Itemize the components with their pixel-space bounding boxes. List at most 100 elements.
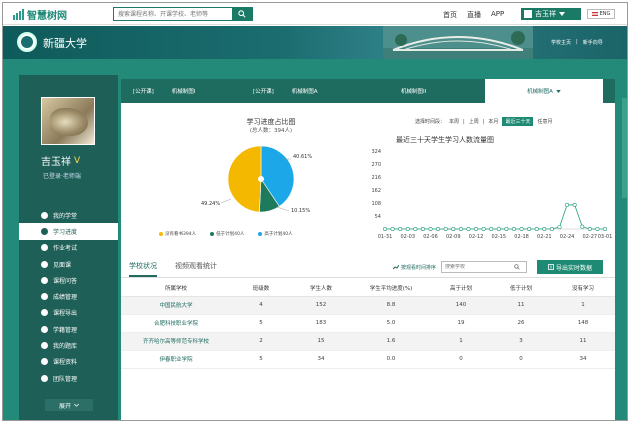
sidebar-item[interactable]: 课程导出 bbox=[19, 305, 118, 321]
sidebar-item[interactable]: 课程资料 bbox=[19, 354, 118, 370]
school-name-cell[interactable]: 中国民航大学 bbox=[121, 296, 231, 315]
data-point[interactable] bbox=[420, 227, 425, 232]
column-header[interactable]: 学生人数 bbox=[291, 280, 351, 297]
course-tab-4[interactable]: 机械制图A bbox=[485, 79, 603, 103]
data-point[interactable] bbox=[511, 227, 516, 232]
data-point[interactable] bbox=[481, 227, 486, 232]
pie-data-label: 10.15% bbox=[291, 208, 310, 214]
expand-button[interactable]: 展开 bbox=[45, 399, 93, 411]
sidebar-item-label: 作业考试 bbox=[53, 245, 78, 253]
data-point[interactable] bbox=[451, 227, 456, 232]
data-point[interactable] bbox=[595, 227, 600, 232]
menu-item-icon bbox=[41, 293, 48, 301]
column-header[interactable]: 高于计划 bbox=[431, 280, 491, 297]
guide-link[interactable]: 新手向导 bbox=[583, 39, 603, 46]
nav-home[interactable]: 首页 bbox=[443, 10, 457, 20]
site-logo[interactable]: 智慧树网 bbox=[13, 7, 67, 22]
course-tab-3[interactable]: 机械制图II bbox=[361, 79, 485, 103]
sidebar-item-label: 课程导出 bbox=[53, 310, 78, 318]
data-point[interactable] bbox=[405, 227, 410, 232]
data-point[interactable] bbox=[565, 202, 570, 207]
data-point[interactable] bbox=[580, 224, 585, 229]
sidebar-item[interactable]: 学习进度 bbox=[19, 223, 118, 240]
data-point[interactable] bbox=[587, 227, 592, 232]
course-tab-1[interactable]: [公开课] 机械制图I bbox=[121, 79, 241, 103]
table-cell: 34 bbox=[291, 350, 351, 369]
donut-subtitle: (总人数：394人) bbox=[249, 128, 293, 134]
nav-app[interactable]: APP bbox=[491, 10, 504, 20]
export-realtime-button[interactable]: 导出实时数据 bbox=[537, 260, 603, 274]
school-search bbox=[441, 261, 527, 273]
data-point[interactable] bbox=[489, 227, 494, 232]
sidebar-item[interactable]: 我的题库 bbox=[19, 337, 118, 353]
school-name-cell[interactable]: 合肥科技职业学院 bbox=[121, 314, 231, 333]
data-point[interactable] bbox=[474, 227, 479, 232]
sidebar-item[interactable]: 我的学堂 bbox=[19, 207, 118, 223]
data-point[interactable] bbox=[398, 227, 403, 232]
data-point[interactable] bbox=[413, 227, 418, 232]
data-point[interactable] bbox=[496, 227, 501, 232]
table-row[interactable]: 中国民航大学 4 152 8.8 140 11 1 bbox=[121, 296, 615, 315]
school-name-cell[interactable]: 伊春职业学院 bbox=[121, 350, 231, 369]
sort-by-watch-time[interactable]: 按观看时间排序 bbox=[393, 264, 436, 271]
data-point[interactable] bbox=[534, 227, 539, 232]
data-point[interactable] bbox=[527, 227, 532, 232]
search-icon[interactable] bbox=[514, 264, 520, 270]
sidebar-item[interactable]: 团队管理 bbox=[19, 370, 118, 386]
data-point[interactable] bbox=[390, 227, 395, 232]
data-point[interactable] bbox=[557, 225, 562, 230]
school-search-input[interactable] bbox=[442, 264, 514, 270]
tab-video-stats[interactable]: 视频观看统计 bbox=[175, 261, 217, 277]
avatar[interactable] bbox=[41, 97, 95, 145]
column-header[interactable]: 学生平均进度(%) bbox=[351, 280, 431, 297]
nav-live[interactable]: 直播 bbox=[467, 10, 481, 20]
data-point[interactable] bbox=[542, 227, 547, 232]
profile-sidebar: 吉玉祥 V 已登录·老师端 我的学堂 学习进度 作业考试 见面课 课程问答 成绩管理 课程导… bbox=[19, 75, 118, 420]
data-point[interactable] bbox=[549, 227, 554, 232]
legend-item: 低于计划40人 bbox=[210, 231, 244, 237]
tab-school-status[interactable]: 学校状况 bbox=[129, 261, 157, 277]
school-home-link[interactable]: 学校主页 bbox=[551, 39, 571, 46]
column-header[interactable]: 低于计划 bbox=[491, 280, 551, 297]
data-point[interactable] bbox=[572, 202, 577, 207]
data-point[interactable] bbox=[428, 227, 433, 232]
data-point[interactable] bbox=[504, 227, 509, 232]
sidebar-item[interactable]: 课程问答 bbox=[19, 272, 118, 288]
search-button[interactable] bbox=[232, 8, 252, 20]
sidebar-item[interactable]: 作业考试 bbox=[19, 240, 118, 256]
sidebar-item[interactable]: 见面课 bbox=[19, 256, 118, 272]
time-option-this-week[interactable]: 本周 bbox=[449, 118, 459, 125]
column-header[interactable]: 班级数 bbox=[231, 280, 291, 297]
course-search-input[interactable] bbox=[114, 8, 232, 20]
user-menu-button[interactable]: 吉玉祥 bbox=[521, 8, 581, 20]
table-row[interactable]: 伊春职业学院 5 34 0.0 0 0 34 bbox=[121, 350, 615, 369]
sidebar-item[interactable]: 学籍管理 bbox=[19, 321, 118, 337]
top-bar: 智慧树网 首页 直播 APP 吉玉祥 ENG bbox=[3, 3, 627, 25]
data-point[interactable] bbox=[466, 227, 471, 232]
chevron-down-icon bbox=[559, 12, 565, 16]
column-header[interactable]: 没有学习 bbox=[551, 280, 615, 297]
data-point[interactable] bbox=[382, 227, 387, 232]
search-icon bbox=[238, 10, 246, 18]
data-point[interactable] bbox=[602, 227, 607, 232]
column-header[interactable]: 所属学校 bbox=[121, 280, 231, 297]
data-point[interactable] bbox=[436, 227, 441, 232]
language-switch[interactable]: ENG bbox=[587, 9, 615, 19]
side-floating-tab[interactable] bbox=[622, 98, 627, 198]
sidebar-item[interactable]: 成绩管理 bbox=[19, 288, 118, 304]
data-point[interactable] bbox=[519, 227, 524, 232]
data-point[interactable] bbox=[458, 227, 463, 232]
data-point[interactable] bbox=[443, 227, 448, 232]
school-name-cell[interactable]: 齐齐哈尔高等师范专科学校 bbox=[121, 332, 231, 351]
time-option-last-30-days[interactable]: 最近三十天 bbox=[502, 117, 534, 126]
time-option-this-month[interactable]: 本月 bbox=[488, 118, 498, 125]
time-option-last-week[interactable]: 上周 bbox=[469, 118, 479, 125]
table-row[interactable]: 齐齐哈尔高等师范专科学校 2 15 1.6 1 3 11 bbox=[121, 332, 615, 351]
course-tab-2[interactable]: [公开课] 机械制图A bbox=[241, 79, 361, 103]
time-option-any-month[interactable]: 任意月 bbox=[537, 118, 552, 125]
table-body: 中国民航大学 4 152 8.8 140 11 1 合肥科技职业学院 5 183 5.0 19 26 14… bbox=[121, 296, 615, 369]
user-menu-name: 吉玉祥 bbox=[535, 10, 556, 18]
table-row[interactable]: 合肥科技职业学院 5 183 5.0 19 26 148 bbox=[121, 314, 615, 333]
menu-item-icon bbox=[41, 244, 48, 252]
pie-slice-0 bbox=[227, 145, 262, 213]
